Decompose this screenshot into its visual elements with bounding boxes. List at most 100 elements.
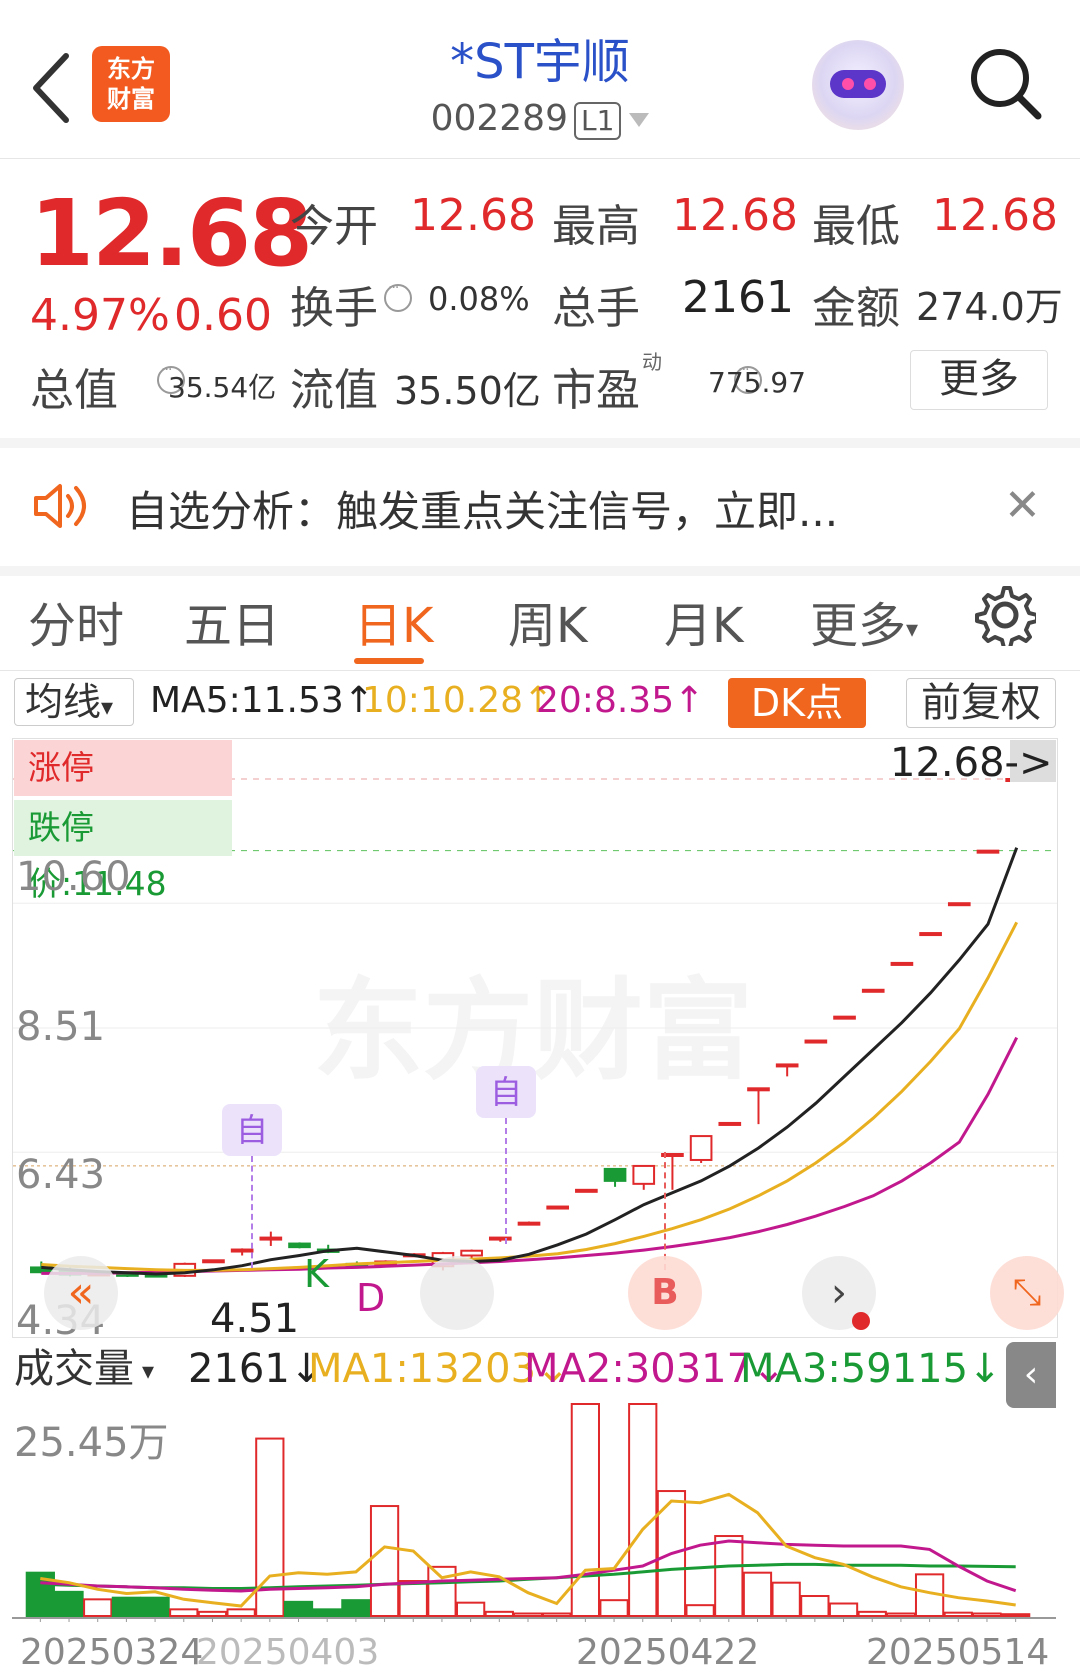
volume-bar — [140, 1596, 170, 1618]
indicator-row: 均线▾ MA5:11.53↑ 10:10.28↑ 20:8.35↑ DK点 前复… — [0, 672, 1080, 734]
tab-more[interactable]: 更多▾ — [810, 586, 918, 656]
volume-select[interactable]: 成交量 ▾ — [14, 1342, 182, 1396]
candle-body — [747, 1087, 770, 1092]
volume-bar — [111, 1596, 142, 1618]
up-limit-label: 涨停价:12.68 — [14, 740, 232, 843]
volume-bar — [283, 1600, 314, 1617]
candle-body — [775, 1063, 799, 1068]
watermark: 财富 — [533, 967, 753, 1095]
candle-body — [202, 1259, 225, 1264]
fullscreen-button[interactable]: ⤡ — [990, 1256, 1064, 1330]
marker-line — [251, 1156, 253, 1268]
ma20-value: 20:8.35↑ — [536, 680, 705, 721]
volume-bar — [685, 1604, 715, 1618]
watchlist-marker[interactable]: 自 — [476, 1066, 536, 1118]
dropdown-triangle-icon: ▾ — [142, 1357, 155, 1385]
alert-banner[interactable]: 自选分析：触发重点关注信号，立即... ✕ — [0, 438, 1080, 576]
zoom-button[interactable] — [420, 1256, 494, 1330]
vol-ma3: MA3:59115↓ — [740, 1346, 1002, 1392]
volume-bar — [456, 1601, 486, 1617]
candle-body — [833, 1015, 856, 1020]
tab-daily-k[interactable]: 日K — [354, 586, 433, 656]
candle-body — [288, 1242, 311, 1249]
candle-body — [718, 1121, 742, 1126]
k-signal-marker: K — [304, 1252, 329, 1296]
open-label: 今开 — [290, 201, 378, 252]
top-bar: 东方 财富 *ST宇顺 002289 L1 — [0, 0, 1080, 159]
amount-label: 金额 — [812, 283, 900, 334]
volume-bar — [427, 1565, 457, 1617]
collapse-side-button[interactable]: ‹ — [1006, 1342, 1056, 1408]
eastmoney-logo[interactable]: 东方 财富 — [92, 46, 170, 122]
volume-bar — [1001, 1613, 1031, 1618]
volume-bar — [54, 1590, 84, 1618]
candle-body — [488, 1236, 512, 1241]
volume-bar — [742, 1571, 773, 1618]
candle-body — [575, 1188, 598, 1193]
info-dots-icon[interactable] — [384, 280, 412, 312]
volume-bar — [226, 1608, 256, 1617]
search-icon[interactable] — [966, 44, 1046, 124]
ma10-value: 10:10.28↑ — [362, 680, 554, 721]
low-label: 最低 — [812, 201, 900, 252]
watchlist-marker[interactable]: 自 — [222, 1104, 282, 1156]
logo-text-bottom: 财富 — [107, 85, 155, 113]
stock-name[interactable]: *ST宇顺 — [330, 22, 750, 92]
candle-body — [861, 988, 885, 993]
volume-bar — [83, 1598, 113, 1618]
candle-body — [976, 849, 1000, 854]
volume-bar — [312, 1608, 342, 1617]
assistant-robot-icon[interactable] — [812, 40, 904, 130]
market-cap-value: 35.54亿 — [168, 371, 277, 404]
low-value: 12.68 — [932, 190, 1058, 241]
close-icon[interactable]: ✕ — [1004, 480, 1041, 531]
buy-signal-button[interactable]: B — [628, 1256, 702, 1330]
expand-icon: ⤡ — [1012, 1272, 1042, 1313]
more-quote-button[interactable]: 更多 — [910, 350, 1048, 410]
low-price-marker: 4.51 — [210, 1296, 300, 1342]
volume-bar — [972, 1612, 1002, 1617]
turnover-value: 0.08% — [428, 280, 530, 318]
candle-body — [230, 1248, 254, 1253]
dropdown-triangle-icon — [629, 113, 650, 127]
ma-select[interactable]: 均线▾ — [14, 678, 134, 726]
volume-label: 总手 — [552, 283, 640, 334]
candle-body — [890, 961, 914, 966]
marker-line — [664, 1152, 666, 1270]
y-axis-label: 6.43 — [16, 1152, 106, 1198]
volume-chart[interactable] — [12, 1402, 1056, 1622]
candle-body — [259, 1236, 283, 1241]
date-label: 20250403 — [196, 1632, 380, 1673]
volume-bar — [943, 1611, 973, 1618]
high-value: 12.68 — [672, 190, 798, 241]
volume-bar — [169, 1608, 199, 1617]
settings-gear-icon[interactable] — [974, 584, 1036, 646]
double-chevron-left-icon: « — [67, 1267, 95, 1318]
back-arrow-icon[interactable] — [28, 48, 78, 128]
tab-weekly-k[interactable]: 周K — [508, 586, 587, 656]
volume-bar — [886, 1612, 916, 1617]
d-signal-marker: D — [356, 1276, 386, 1320]
active-tab-indicator — [354, 658, 424, 664]
high-label: 最高 — [552, 201, 640, 252]
level-badge: L1 — [574, 102, 622, 140]
pe-label: 市盈 — [552, 365, 640, 416]
candle-body — [632, 1164, 656, 1185]
tab-five-day[interactable]: 五日 — [184, 586, 280, 656]
pe-value: 775.97 — [708, 366, 806, 399]
volume-bar — [513, 1612, 543, 1617]
buy-signal-label: B — [651, 1272, 679, 1313]
tab-intraday[interactable]: 分时 — [28, 586, 124, 656]
dk-point-button[interactable]: DK点 — [728, 678, 866, 728]
speaker-icon — [34, 484, 86, 528]
stock-code-row[interactable]: 002289 L1 — [330, 98, 750, 140]
adjust-button[interactable]: 前复权 — [906, 678, 1056, 728]
tab-monthly-k[interactable]: 月K — [664, 586, 743, 656]
down-limit-label: 跌停价:11.48 — [14, 800, 232, 903]
volume-bar — [484, 1610, 514, 1618]
dropdown-triangle-icon: ▾ — [101, 693, 114, 721]
change-value: 0.60 — [174, 290, 272, 341]
volume-bar — [714, 1535, 744, 1617]
scroll-left-button[interactable]: « — [44, 1256, 118, 1330]
candle-body — [546, 1205, 570, 1210]
